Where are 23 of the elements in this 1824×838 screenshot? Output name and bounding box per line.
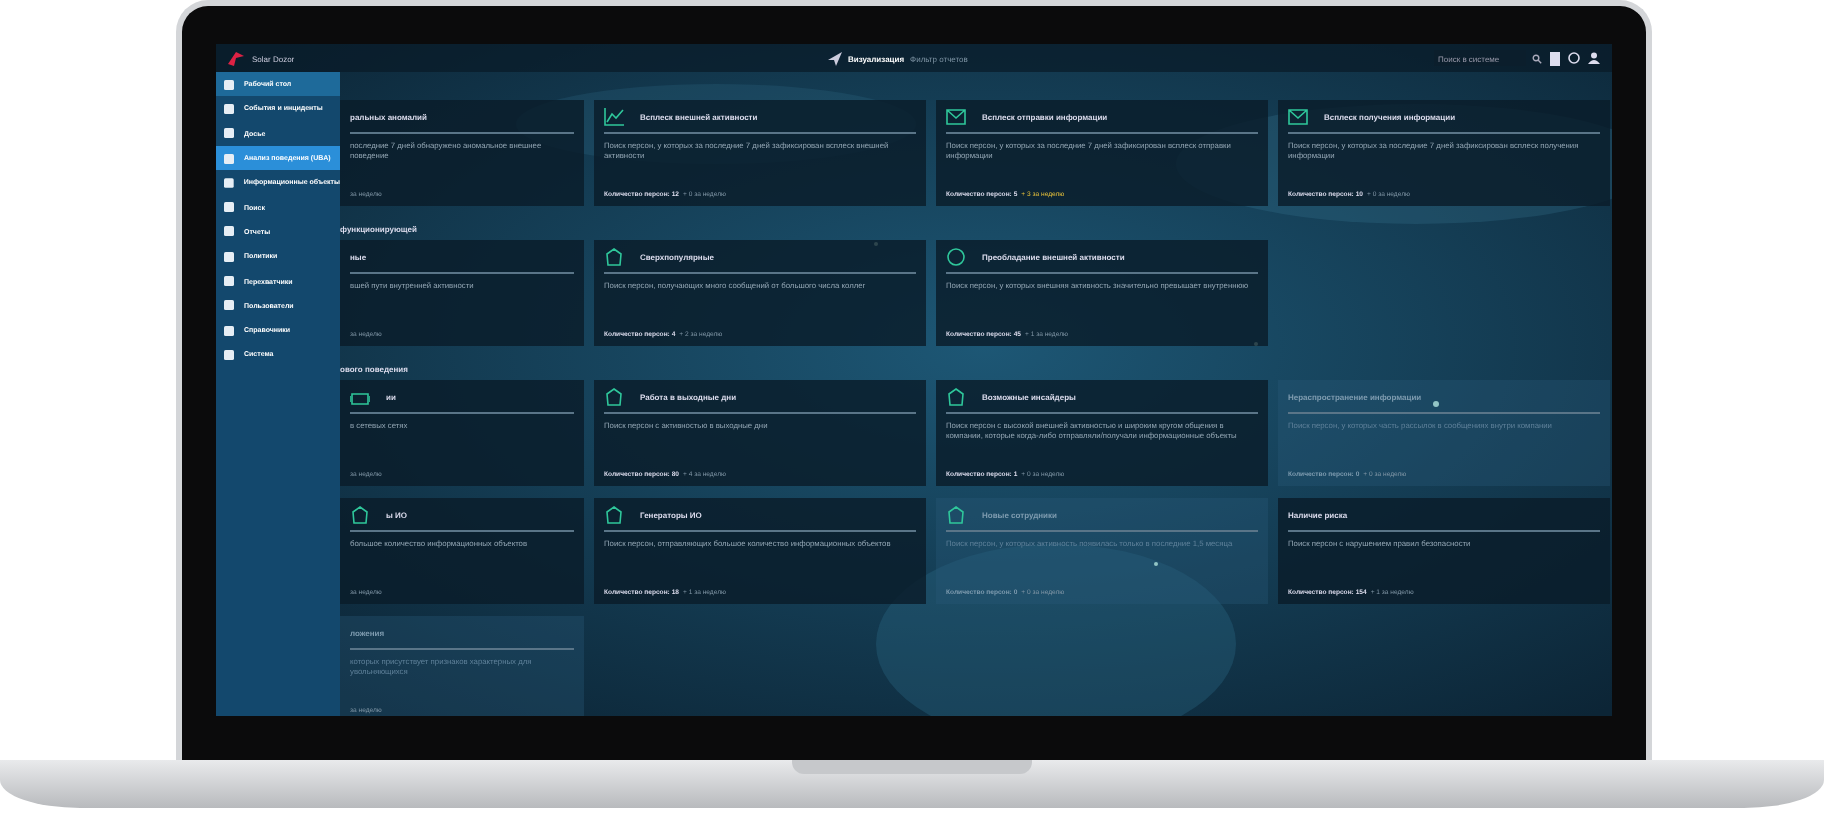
help-icon[interactable] xyxy=(1568,52,1580,64)
square-icon xyxy=(224,251,234,262)
envelope-icon xyxy=(1288,107,1308,125)
sofa-icon xyxy=(350,387,370,405)
square-icon xyxy=(224,202,234,213)
square-icon xyxy=(224,349,234,360)
envelope-icon xyxy=(946,107,966,125)
user-icon[interactable] xyxy=(1588,52,1600,64)
circle-icon xyxy=(946,247,966,265)
document-icon[interactable] xyxy=(1550,51,1560,65)
square-icon xyxy=(224,177,234,188)
square-icon xyxy=(224,103,234,114)
logo-icon xyxy=(228,51,244,65)
square-icon xyxy=(224,276,234,287)
square-icon xyxy=(224,79,234,90)
square-icon xyxy=(224,300,234,311)
search-icon xyxy=(1532,53,1542,63)
square-icon xyxy=(224,325,234,336)
square-icon xyxy=(224,128,234,139)
square-icon xyxy=(224,226,234,237)
chart-icon xyxy=(604,107,624,125)
plane-icon xyxy=(828,51,842,65)
square-icon xyxy=(224,153,234,164)
